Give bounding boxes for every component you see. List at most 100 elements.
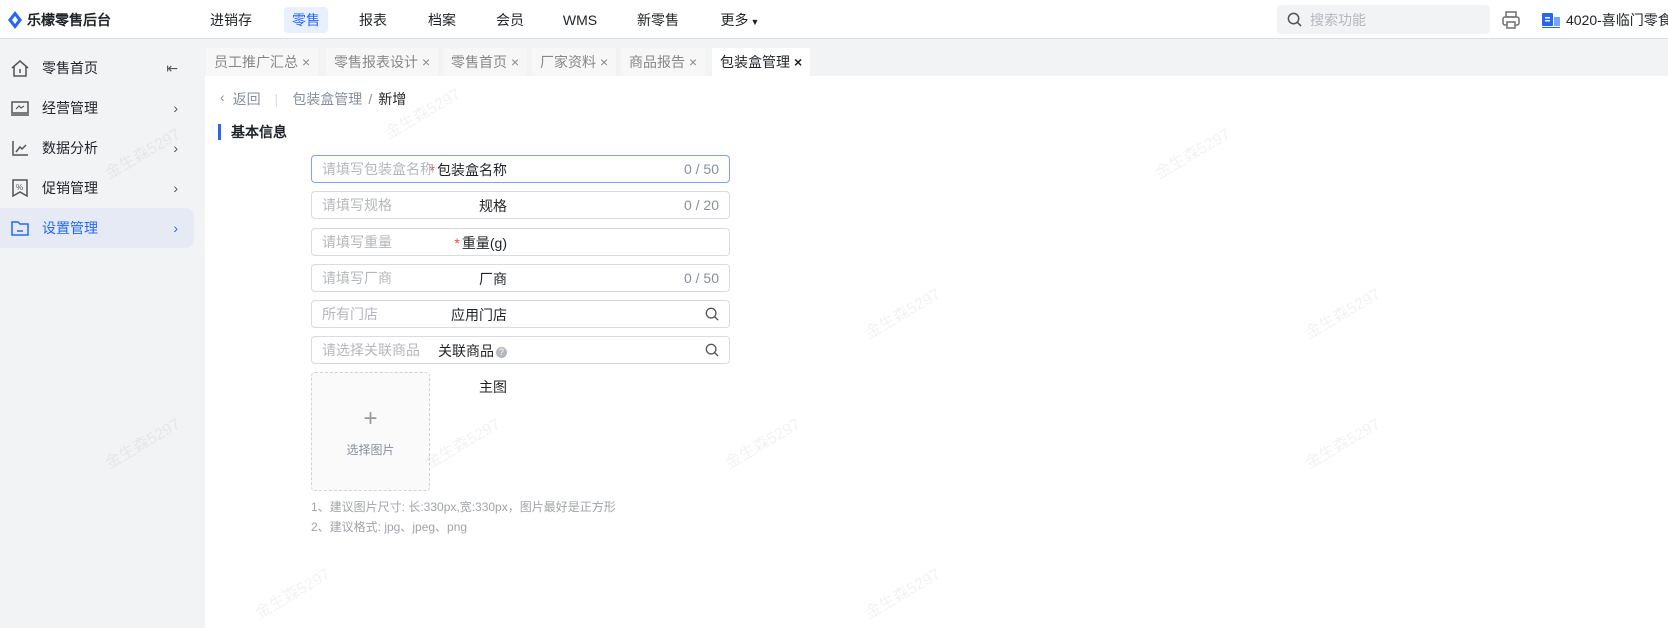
tab-label: 厂家资料 (540, 54, 596, 70)
nav-more[interactable]: 更多 ▼ (713, 7, 768, 33)
nav-xinlingshou[interactable]: 新零售 (629, 7, 687, 33)
back-button[interactable]: ‹ 返回 (220, 89, 261, 109)
nav-jinxiaocun[interactable]: 进销存 (202, 7, 260, 33)
placeholder: 所有门店 (322, 306, 378, 322)
breadcrumb-sep: / (368, 91, 373, 107)
caret-down-icon: ▼ (750, 17, 760, 27)
form-row-store: 应用门店 所有门店 (205, 300, 945, 328)
tab-label: 零售首页 (451, 54, 507, 70)
chevron-right-icon: › (173, 220, 178, 236)
sidebar-item-label: 数据分析 (42, 140, 98, 156)
breadcrumb-current: 新增 (378, 91, 407, 107)
form-row-name: * 包装盒名称 请填写包装盒名称 0 / 50 (205, 155, 945, 183)
sidebar-item-promotion[interactable]: % 促销管理 › (0, 168, 194, 208)
store-selector[interactable]: 4020-喜临门零食 (1542, 10, 1668, 30)
top-header: 乐檬零售后台 进销存 零售 报表 档案 会员 WMS 新零售 更多 ▼ 搜索功能 … (0, 0, 1668, 39)
sidebar-item-label: 促销管理 (42, 180, 98, 196)
placeholder: 请填写重量 (322, 234, 392, 250)
sidebar-item-home[interactable]: 零售首页 ⇤ (0, 48, 194, 88)
vendor-input[interactable]: 请填写厂商 0 / 50 (311, 264, 730, 292)
close-icon[interactable]: × (302, 54, 310, 70)
placeholder: 请填写规格 (322, 197, 392, 213)
upload-label: 选择图片 (346, 443, 395, 457)
section-title: 基本信息 (218, 124, 287, 140)
placeholder: 请填写厂商 (322, 270, 392, 286)
image-upload-button[interactable]: + 选择图片 (311, 372, 430, 491)
tab-employee-promo[interactable]: 员工推广汇总 × (206, 48, 319, 76)
printer-icon[interactable] (1502, 11, 1520, 29)
store-icon (1542, 13, 1560, 28)
tab-label: 包装盒管理 (720, 54, 790, 70)
sidebar: 零售首页 ⇤ 经营管理 › 数据分析 › % 促销管理 › 设置管理 › (0, 40, 205, 628)
tab-retail-home[interactable]: 零售首页 × (443, 48, 528, 76)
sidebar-item-business[interactable]: 经营管理 › (0, 88, 194, 128)
sidebar-item-analysis[interactable]: 数据分析 › (0, 128, 194, 168)
spec-input[interactable]: 请填写规格 0 / 20 (311, 191, 730, 219)
tab-report-design[interactable]: 零售报表设计 × (326, 48, 439, 76)
placeholder: 请选择关联商品 (322, 342, 420, 358)
tab-product-report[interactable]: 商品报告 × (621, 48, 706, 76)
chart-icon (12, 141, 28, 156)
chevron-left-icon: ‹ (220, 89, 225, 105)
chevron-right-icon: › (173, 140, 178, 156)
main-content: ‹ 返回 | 包装盒管理 / 新增 基本信息 * 包装盒名称 请填写包装盒名称 0 /… (205, 76, 1668, 628)
tab-label: 商品报告 (629, 54, 685, 70)
form-row-vendor: 厂商 请填写厂商 0 / 50 (205, 264, 945, 292)
sidebar-item-label: 经营管理 (42, 100, 98, 116)
form-row-goods: 关联商品? 请选择关联商品 (205, 336, 945, 364)
sidebar-item-label: 设置管理 (42, 220, 98, 236)
tab-label: 员工推广汇总 (214, 54, 298, 70)
tab-package-box[interactable]: 包装盒管理 × (712, 48, 811, 76)
char-count: 0 / 20 (683, 197, 719, 213)
close-icon[interactable]: × (422, 54, 430, 70)
related-goods-input[interactable]: 请选择关联商品 (311, 336, 730, 364)
home-icon (11, 60, 29, 77)
weight-input[interactable]: 请填写重量 (311, 228, 730, 256)
app-logo[interactable]: 乐檬零售后台 (8, 10, 111, 30)
divider: | (274, 91, 279, 107)
app-title: 乐檬零售后台 (27, 12, 111, 28)
plus-icon: + (363, 405, 378, 432)
nav-dangan[interactable]: 档案 (420, 7, 464, 33)
form-row-spec: 规格 请填写规格 0 / 20 (205, 191, 945, 219)
close-icon[interactable]: × (511, 54, 519, 70)
chevron-right-icon: › (173, 100, 178, 116)
monitor-icon (11, 101, 29, 116)
chevron-right-icon: › (173, 180, 178, 196)
promo-icon: % (12, 179, 28, 198)
nav-lingshou[interactable]: 零售 (284, 7, 328, 33)
search-icon[interactable] (705, 307, 719, 321)
close-icon[interactable]: × (600, 54, 608, 70)
nav-more-label: 更多 (720, 12, 749, 28)
image-hint-size: 1、建议图片尺寸: 长:330px,宽:330px，图片最好是正方形 (311, 500, 616, 514)
folder-icon (11, 221, 29, 236)
store-select-input[interactable]: 所有门店 (311, 300, 730, 328)
back-label: 返回 (232, 91, 261, 107)
char-count: 0 / 50 (683, 161, 719, 177)
search-placeholder: 搜索功能 (1310, 11, 1366, 28)
svg-text:%: % (16, 183, 23, 192)
search-icon (1287, 12, 1302, 27)
tab-vendor-info[interactable]: 厂家资料 × (532, 48, 617, 76)
tab-label: 零售报表设计 (334, 54, 418, 70)
placeholder: 请填写包装盒名称 (322, 161, 434, 177)
close-icon[interactable]: × (794, 54, 802, 70)
package-name-input[interactable]: 请填写包装盒名称 0 / 50 (311, 155, 730, 183)
sidebar-item-label: 零售首页 (42, 60, 98, 76)
sidebar-item-settings[interactable]: 设置管理 › (0, 208, 194, 248)
store-name: 4020-喜临门零食 (1566, 12, 1668, 28)
image-hint-format: 2、建议格式: jpg、jpeg、png (311, 520, 468, 534)
search-icon[interactable] (705, 343, 719, 357)
logo-icon (8, 11, 22, 29)
function-search-input[interactable]: 搜索功能 (1277, 5, 1490, 34)
close-icon[interactable]: × (689, 54, 697, 70)
nav-wms[interactable]: WMS (555, 7, 605, 33)
breadcrumb-parent[interactable]: 包装盒管理 (292, 89, 362, 109)
nav-huiyuan[interactable]: 会员 (488, 7, 532, 33)
breadcrumb: ‹ 返回 | 包装盒管理 / 新增 (220, 89, 406, 109)
field-label: 主图 (479, 379, 507, 395)
form-row-weight: * 重量(g) 请填写重量 (205, 228, 945, 256)
collapse-sidebar-icon[interactable]: ⇤ (166, 60, 178, 77)
nav-baobiao[interactable]: 报表 (351, 7, 395, 33)
char-count: 0 / 50 (683, 270, 719, 286)
